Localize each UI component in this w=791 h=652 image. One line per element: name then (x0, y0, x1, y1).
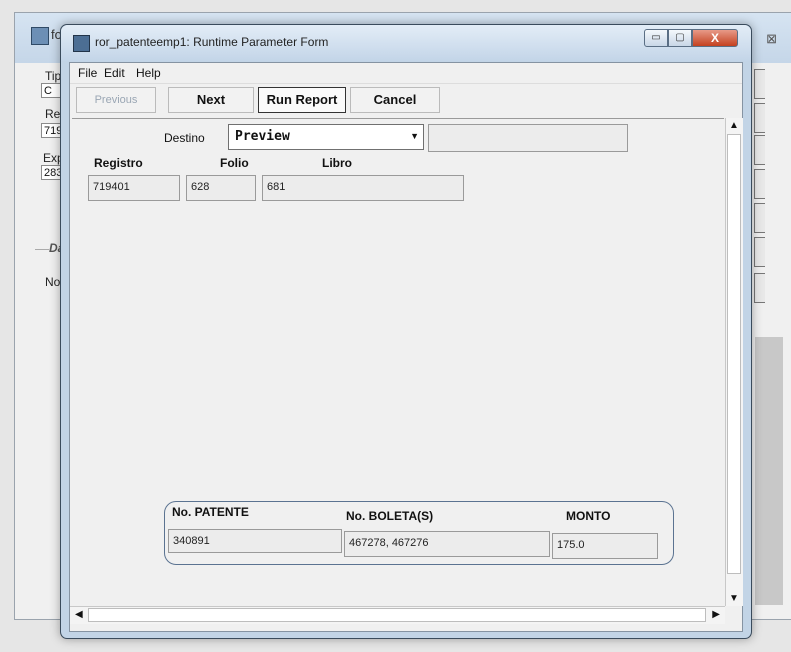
horizontal-scroll-thumb[interactable] (88, 608, 706, 622)
registro-field[interactable]: 719401 (88, 175, 180, 201)
app-icon (73, 35, 90, 52)
menu-file[interactable]: File (78, 66, 97, 80)
background-tipo-field[interactable]: C (41, 83, 61, 98)
background-side-button[interactable] (754, 203, 765, 233)
chevron-down-icon[interactable]: ▼ (410, 131, 419, 141)
toolbar: Previous Next Run Report Cancel (70, 84, 742, 116)
background-side-button[interactable] (754, 103, 765, 133)
cancel-button[interactable]: Cancel (350, 87, 440, 113)
destino-select[interactable]: Preview ▼ (228, 124, 424, 150)
vertical-scrollbar[interactable]: ▲ ▼ (725, 118, 743, 606)
registro-label: Registro (94, 156, 143, 170)
scroll-left-icon[interactable]: ◀ (75, 609, 83, 620)
maximize-button[interactable]: ▢ (668, 29, 692, 47)
background-app-icon (31, 27, 49, 45)
previous-button[interactable]: Previous (76, 87, 156, 113)
folio-field[interactable]: 628 (186, 175, 256, 201)
libro-field[interactable]: 681 (262, 175, 464, 201)
boleta-field[interactable]: 467278, 467276 (344, 531, 550, 557)
next-button[interactable]: Next (168, 87, 254, 113)
scroll-up-icon[interactable]: ▲ (729, 120, 739, 131)
run-report-button[interactable]: Run Report (258, 87, 346, 113)
background-side-button[interactable] (754, 169, 765, 199)
client-area: File Edit Help Previous Next Run Report … (69, 62, 743, 632)
parameter-form-window: ror_patenteemp1: Runtime Parameter Form … (60, 24, 752, 639)
monto-label: MONTO (566, 509, 611, 523)
background-side-button[interactable] (754, 273, 765, 303)
libro-label: Libro (322, 156, 352, 170)
background-expe-field[interactable]: 283 (41, 165, 61, 180)
horizontal-scrollbar[interactable]: ◀ ▶ (70, 606, 725, 624)
folio-label: Folio (220, 156, 249, 170)
scroll-down-icon[interactable]: ▼ (729, 593, 739, 604)
monto-field[interactable]: 175.0 (552, 533, 658, 559)
titlebar: ror_patenteemp1: Runtime Parameter Form … (61, 25, 751, 61)
close-button[interactable]: X (692, 29, 738, 47)
background-close-icon[interactable]: ⊠ (766, 31, 777, 47)
patente-field[interactable]: 340891 (168, 529, 342, 553)
background-panel (755, 337, 783, 605)
background-reg-field[interactable]: 7194 (41, 123, 61, 138)
menu-edit[interactable]: Edit (104, 66, 125, 80)
background-side-button[interactable] (754, 69, 765, 99)
scroll-right-icon[interactable]: ▶ (712, 609, 720, 620)
destino-value: Preview (235, 129, 290, 144)
destino-label: Destino (164, 131, 205, 145)
boleta-label: No. BOLETA(S) (346, 509, 434, 523)
destino-extra-field[interactable] (428, 124, 628, 152)
background-side-button[interactable] (754, 135, 765, 165)
vertical-scroll-thumb[interactable] (727, 134, 741, 574)
menu-help[interactable]: Help (136, 66, 161, 80)
background-side-button[interactable] (754, 237, 765, 267)
patente-label: No. PATENTE (172, 505, 249, 519)
form-content: Destino Preview ▼ Registro Folio Libro 7… (72, 118, 724, 607)
menubar: File Edit Help (70, 63, 742, 84)
minimize-button[interactable]: ▭ (644, 29, 668, 47)
window-title: ror_patenteemp1: Runtime Parameter Form (95, 35, 329, 49)
